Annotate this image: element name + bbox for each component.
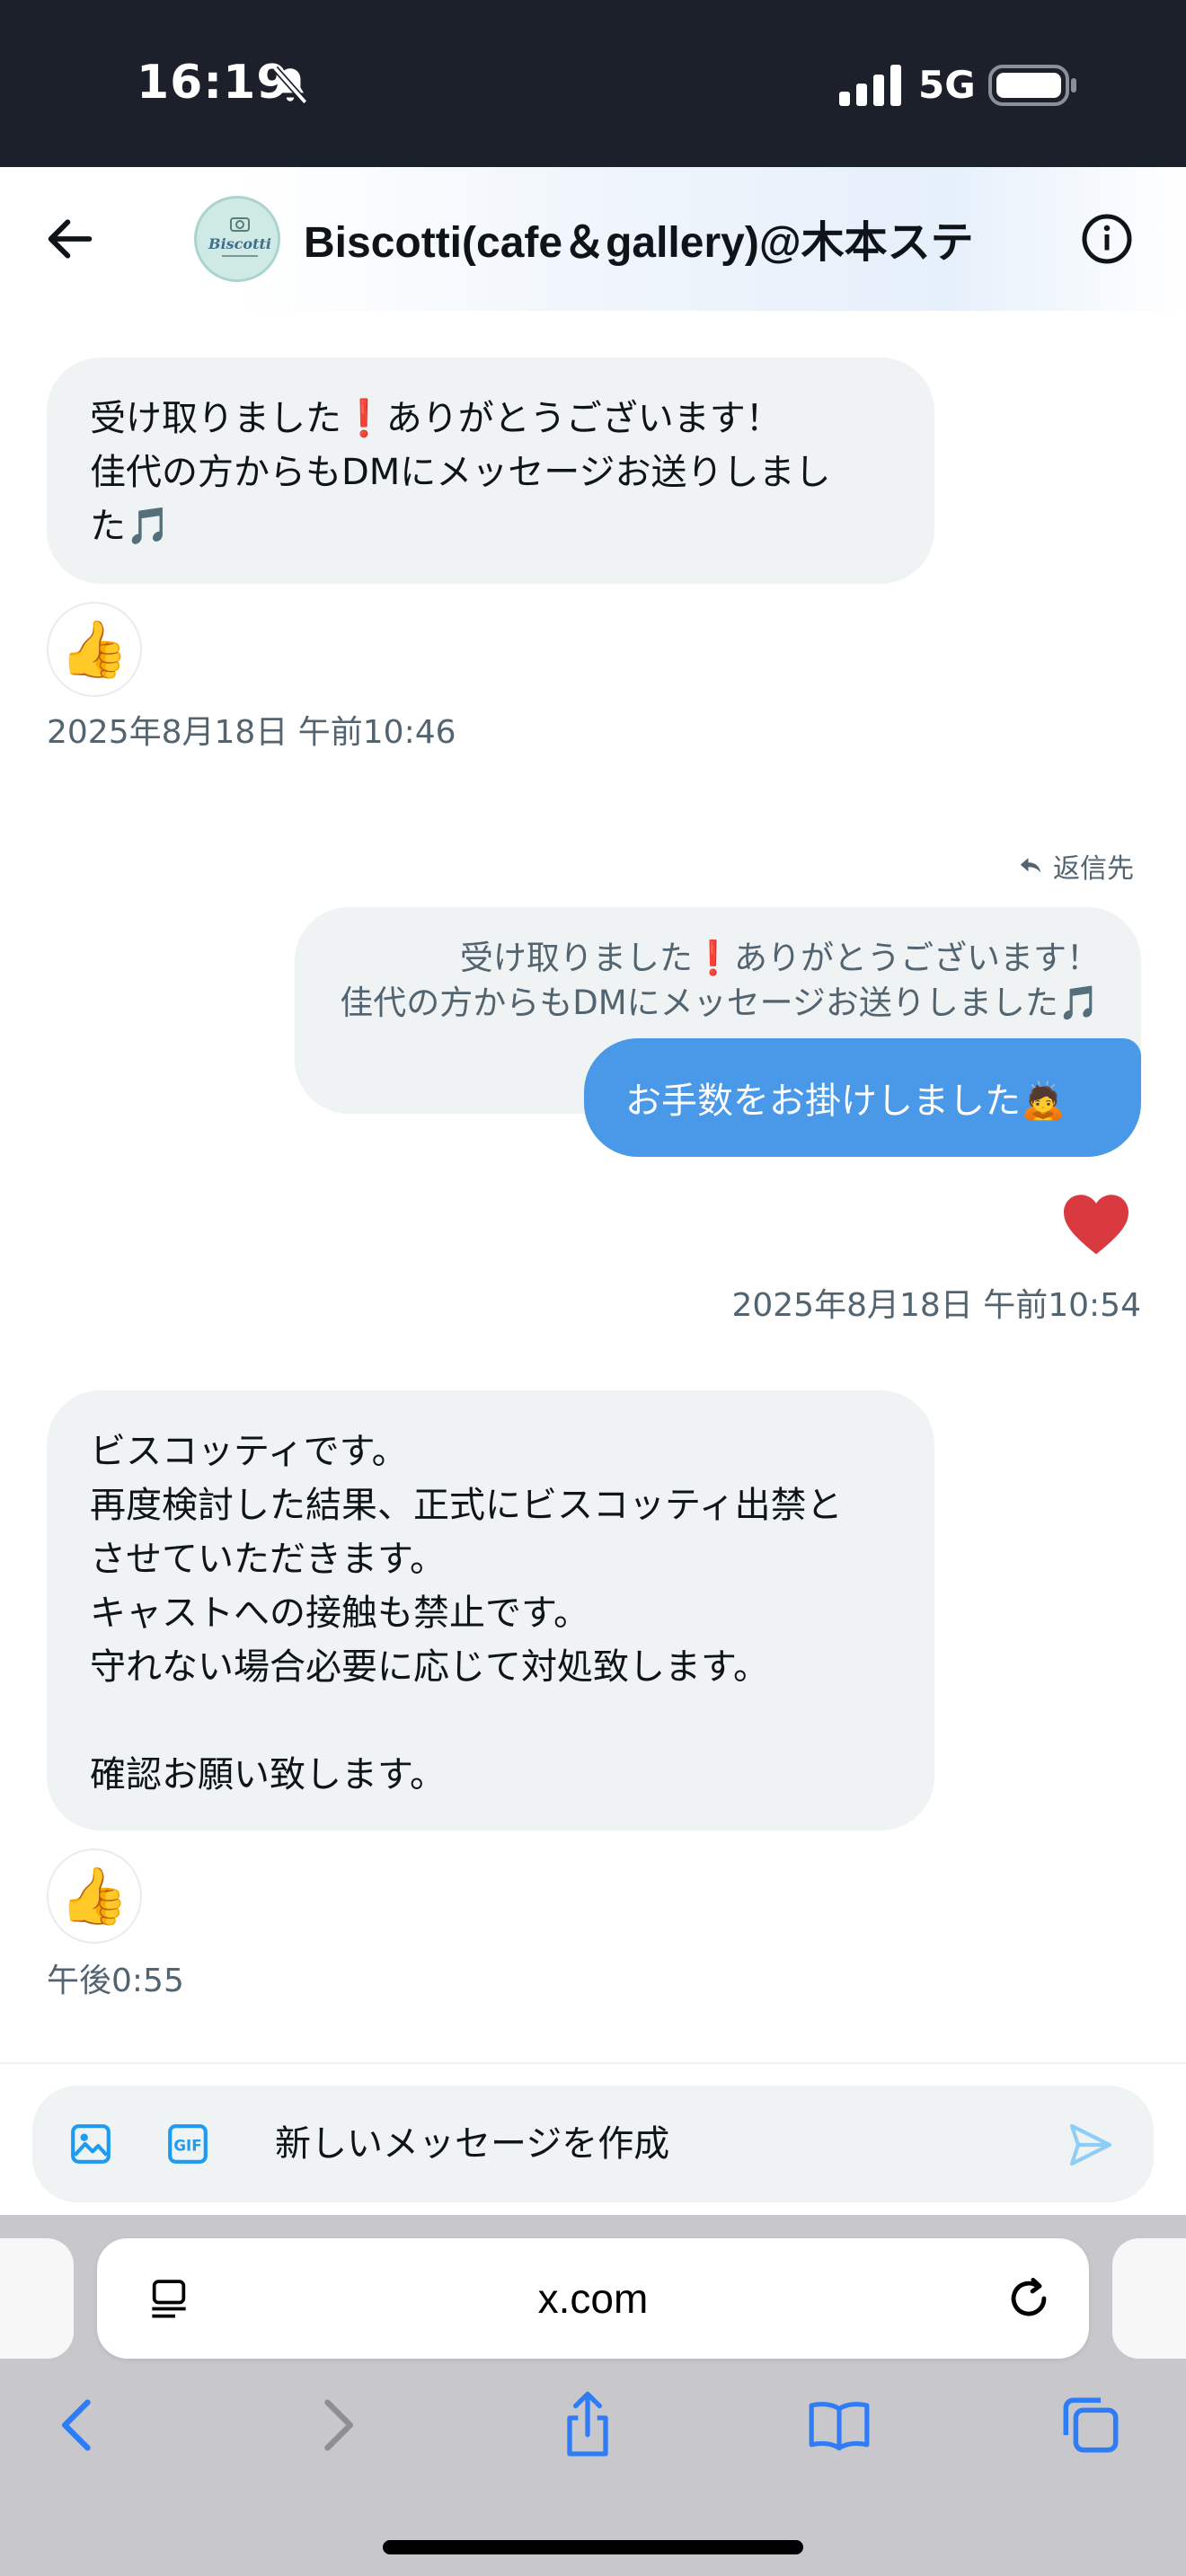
svg-text:Biscotti: Biscotti — [208, 235, 271, 252]
forward-button[interactable] — [305, 2389, 370, 2461]
tabs-icon — [1063, 2397, 1119, 2453]
browser-toolbar: x.com — [0, 2215, 1186, 2576]
message-timestamp: 午後0:55 — [47, 1963, 184, 1999]
thumbs-up-icon: 👍 — [59, 1863, 129, 1928]
incoming-message[interactable]: ビスコッティです。 再度検討した結果、正式にビスコッティ出禁と させていただきま… — [47, 1390, 934, 1831]
send-icon[interactable] — [1066, 2120, 1116, 2170]
back-button[interactable] — [45, 2389, 110, 2461]
incoming-message[interactable]: 受け取りました❗️ありがとうございます！ 佳代の方からもDMにメッセージお送りし… — [47, 357, 934, 584]
book-icon — [809, 2402, 870, 2451]
info-icon[interactable] — [1080, 212, 1134, 266]
status-bar: 16:19 5G — [0, 0, 1186, 167]
home-indicator — [383, 2540, 803, 2554]
heart-reaction-icon[interactable] — [1060, 1191, 1132, 1256]
tabs-button[interactable] — [1058, 2389, 1123, 2461]
divider — [0, 2062, 1186, 2064]
conversation-header: Biscotti Biscotti(cafe＆gallery)@木本ステ — [0, 167, 1186, 311]
thumbs-up-reaction[interactable]: 👍 — [47, 602, 142, 697]
address-bar[interactable]: x.com — [97, 2238, 1089, 2359]
next-tab-preview[interactable] — [1112, 2238, 1186, 2359]
previous-tab-preview[interactable] — [0, 2238, 74, 2359]
message-input[interactable] — [275, 2111, 1066, 2177]
share-button[interactable] — [555, 2389, 620, 2461]
reply-to-text: 返信先 — [1053, 853, 1134, 885]
chevron-right-icon — [324, 2399, 354, 2451]
avatar[interactable]: Biscotti — [194, 196, 280, 282]
bookmarks-button[interactable] — [807, 2389, 872, 2461]
outgoing-message[interactable]: お手数をお掛けしました🙇 — [584, 1038, 1141, 1157]
chevron-left-icon — [61, 2399, 91, 2451]
reply-icon — [1020, 858, 1041, 873]
message-timestamp: 2025年8月18日 午前10:54 — [731, 1287, 1141, 1324]
message-composer: GIF — [32, 2086, 1154, 2202]
thumbs-up-reaction[interactable]: 👍 — [47, 1848, 142, 1944]
reply-to-label: 返信先 — [1017, 846, 1134, 886]
signal-icon — [839, 65, 901, 106]
image-icon[interactable] — [68, 2122, 113, 2166]
status-time: 16:19 — [137, 56, 290, 110]
gif-icon[interactable]: GIF — [165, 2122, 210, 2166]
avatar-logo-icon: Biscotti — [199, 200, 278, 279]
url-text: x.com — [537, 2275, 649, 2322]
battery-icon — [988, 65, 1076, 106]
network-type: 5G — [918, 63, 976, 107]
message-timestamp: 2025年8月18日 午前10:46 — [47, 714, 456, 751]
conversation-title[interactable]: Biscotti(cafe＆gallery)@木本ステ — [304, 207, 996, 271]
svg-text:GIF: GIF — [173, 2137, 201, 2154]
share-icon — [567, 2391, 608, 2457]
silent-bell-icon — [272, 66, 308, 105]
reload-icon[interactable] — [1003, 2272, 1055, 2325]
thumbs-up-icon: 👍 — [59, 616, 129, 682]
back-arrow-icon[interactable] — [41, 210, 99, 268]
outgoing-message-text: お手数をお掛けしました🙇 — [625, 1081, 1066, 1122]
